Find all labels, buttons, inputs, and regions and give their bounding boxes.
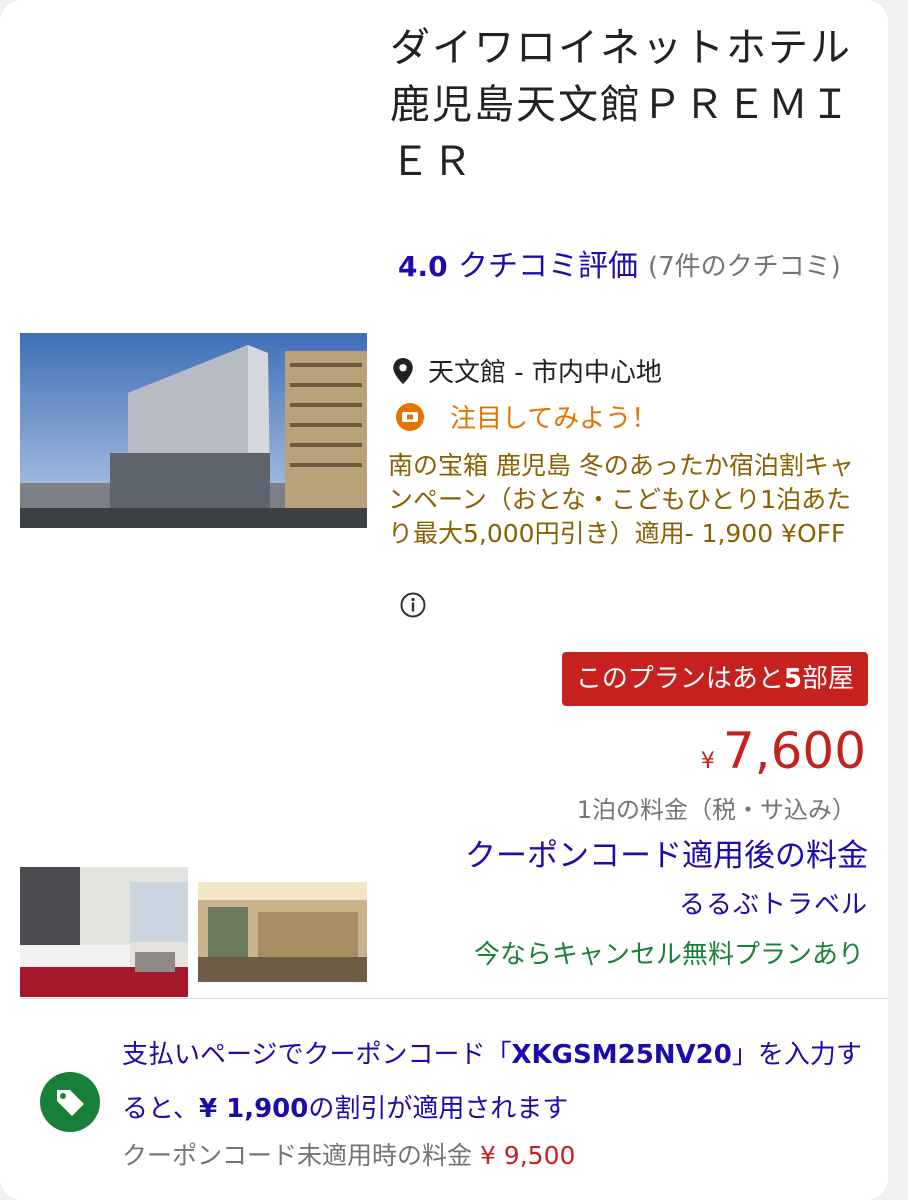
info-icon[interactable]: [400, 592, 426, 618]
coupon-text-3: の割引が適用されます: [308, 1094, 569, 1124]
rooms-left-prefix: このプランはあと: [575, 664, 784, 694]
hotel-name[interactable]: ダイワロイネットホテル鹿児島天文館ＰＲＥＭＩＥＲ: [390, 20, 870, 191]
price[interactable]: ¥ 7,600: [701, 722, 866, 780]
promo-label: 注目してみよう！: [450, 404, 658, 434]
hotel-exterior-image[interactable]: [20, 333, 367, 528]
rating-label[interactable]: クチコミ評価: [458, 245, 648, 289]
original-price-row: クーポンコード未適用時の料金 ¥ 9,500: [122, 1136, 575, 1172]
coupon-message: 支払いページでクーポンコード「XKGSM25NV20」を入力すると、¥ 1,90…: [122, 1028, 872, 1136]
map-pin-icon: [393, 357, 413, 384]
free-cancellation-text: 今ならキャンセル無料プランあり: [473, 940, 864, 970]
rooms-left-badge: このプランはあと5部屋: [561, 652, 868, 706]
rooms-left-count: 5: [783, 664, 802, 694]
promo-row: 注目してみよう！: [396, 398, 657, 435]
location-row: 天文館 - 市内中心地: [392, 352, 662, 389]
ticket-icon: [396, 402, 424, 431]
rooms-left-suffix: 部屋: [801, 664, 854, 694]
coupon-text-1: 支払いページでクーポンコード「: [122, 1040, 512, 1070]
rating-row[interactable]: 4.0 クチコミ評価 (7件のクチコミ): [398, 245, 868, 289]
coupon-code[interactable]: XKGSM25NV20: [511, 1040, 731, 1070]
rating-score: 4.0: [398, 250, 448, 283]
hotel-card[interactable]: ダイワロイネットホテル鹿児島天文館ＰＲＥＭＩＥＲ 4.0 クチコミ評価 (7件の…: [0, 0, 888, 1200]
review-count[interactable]: (7件のクチコミ): [648, 245, 858, 289]
price-currency: ¥: [700, 749, 715, 774]
price-amount: 7,600: [722, 722, 866, 780]
divider: [20, 998, 888, 999]
location-text: 天文館 - 市内中心地: [428, 358, 662, 388]
deal-text: 南の宝箱 鹿児島 冬のあったか宿泊割キャンペーン（おとな・こどもひとり1泊あたり…: [388, 451, 854, 548]
tag-icon: [40, 1072, 100, 1132]
provider-link[interactable]: るるぶトラベル: [679, 884, 868, 921]
guest-room-image[interactable]: [20, 867, 188, 997]
coupon-discount: ¥ 1,900: [198, 1094, 309, 1124]
original-price-label: クーポンコード未適用時の料金: [122, 1141, 480, 1170]
coupon-price-link[interactable]: クーポンコード適用後の料金: [465, 830, 868, 875]
price-note: 1泊の料金（税・サ込み）: [576, 796, 856, 824]
original-price: ¥ 9,500: [479, 1141, 576, 1170]
lobby-image[interactable]: [198, 882, 367, 982]
